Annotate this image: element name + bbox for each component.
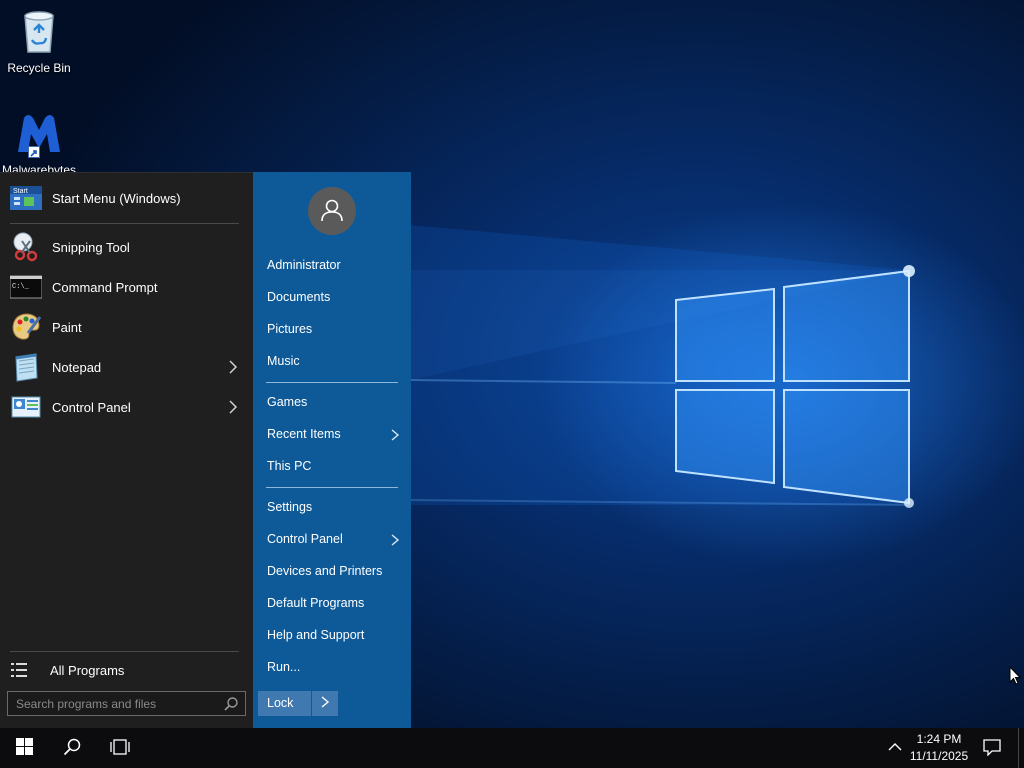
show-desktop-button[interactable] — [1018, 728, 1024, 768]
places-item-default-programs[interactable]: Default Programs — [267, 592, 402, 614]
desktop-icon-recycle-bin[interactable]: Recycle Bin — [1, 8, 77, 75]
places-item-this-pc[interactable]: This PC — [267, 455, 402, 477]
chevron-right-icon — [227, 399, 239, 415]
search-input[interactable] — [8, 692, 218, 715]
places-item-pictures[interactable]: Pictures — [267, 318, 402, 340]
program-label: Paint — [52, 319, 82, 335]
notepad-icon — [10, 351, 42, 383]
program-item-snipping-tool[interactable]: Snipping Tool — [0, 227, 253, 267]
chevron-right-icon — [390, 532, 400, 546]
start-menu-icon: Start — [10, 182, 42, 214]
user-avatar[interactable] — [308, 187, 356, 235]
programs-separator — [10, 223, 239, 224]
all-programs-separator — [10, 651, 239, 652]
places-item-label: Recent Items — [267, 427, 341, 441]
places-item-label: This PC — [267, 459, 312, 473]
places-item-label: Pictures — [267, 322, 313, 336]
places-item-label: Help and Support — [267, 628, 365, 642]
search-icon — [63, 738, 81, 759]
power-options-button[interactable] — [312, 691, 338, 716]
shortcut-arrow-icon — [28, 146, 40, 158]
mouse-cursor-icon — [1009, 665, 1022, 689]
program-item-command-prompt[interactable]: C:\_ Command Prompt — [0, 267, 253, 307]
start-menu-header-label: Start Menu (Windows) — [52, 190, 181, 206]
places-item-user[interactable]: Administrator — [267, 254, 402, 276]
recycle-bin-icon — [17, 11, 61, 57]
places-item-label: Games — [267, 395, 308, 409]
places-item-label: Music — [267, 354, 300, 368]
search-box[interactable] — [7, 691, 246, 716]
places-item-games[interactable]: Games — [267, 391, 402, 413]
program-item-notepad[interactable]: Notepad — [0, 347, 253, 387]
program-item-control-panel[interactable]: Control Panel — [0, 387, 253, 427]
places-item-devices-and-printers[interactable]: Devices and Printers — [267, 560, 402, 582]
places-item-recent-items[interactable]: Recent Items — [267, 423, 402, 445]
windows-logo-icon — [15, 738, 33, 758]
search-icon[interactable] — [223, 696, 239, 712]
task-view-button[interactable] — [96, 728, 144, 768]
places-item-music[interactable]: Music — [267, 350, 402, 372]
paint-icon — [10, 311, 42, 343]
places-separator — [266, 382, 398, 383]
program-label: Control Panel — [52, 399, 131, 415]
chevron-right-icon — [320, 695, 330, 712]
chevron-right-icon — [227, 359, 239, 375]
program-label: Command Prompt — [52, 279, 158, 295]
control-panel-icon — [10, 391, 42, 423]
desktop-icon-label: Recycle Bin — [7, 61, 71, 75]
clock-time: 1:24 PM — [916, 732, 962, 746]
places-item-help-and-support[interactable]: Help and Support — [267, 624, 402, 646]
places-item-label: Devices and Printers — [267, 564, 383, 578]
svg-text:C:\_: C:\_ — [12, 283, 30, 291]
places-item-label: Administrator — [267, 258, 341, 272]
clock-date: 11/11/2025 — [909, 749, 969, 763]
user-icon — [319, 197, 345, 226]
action-center-button[interactable] — [968, 728, 1016, 768]
malwarebytes-icon — [14, 112, 64, 159]
places-item-label: Run... — [267, 660, 301, 674]
taskbar: 1:24 PM 11/11/2025 — [0, 728, 1024, 768]
task-view-icon — [109, 738, 131, 758]
start-button[interactable] — [0, 728, 48, 768]
places-item-documents[interactable]: Documents — [267, 286, 402, 308]
program-item-paint[interactable]: Paint — [0, 307, 253, 347]
all-programs-label: All Programs — [50, 662, 125, 678]
list-icon — [11, 662, 27, 681]
svg-text:Start: Start — [13, 188, 28, 195]
chevron-right-icon — [390, 427, 400, 441]
places-item-run[interactable]: Run... — [267, 656, 402, 678]
start-menu-header-item[interactable]: Start Start Menu (Windows) — [0, 178, 253, 218]
places-separator — [266, 487, 398, 488]
lock-button-label: Lock — [267, 696, 294, 710]
taskbar-clock[interactable]: 1:24 PM 11/11/2025 — [900, 731, 978, 765]
places-item-label: Documents — [267, 290, 331, 304]
places-item-label: Control Panel — [267, 532, 343, 546]
program-label: Notepad — [52, 359, 102, 375]
desktop-icon-malwarebytes[interactable]: Malwarebytes — [1, 112, 77, 177]
places-item-settings[interactable]: Settings — [267, 496, 402, 518]
command-prompt-icon: C:\_ — [9, 271, 43, 303]
notification-icon — [983, 738, 1001, 759]
program-label: Snipping Tool — [52, 239, 130, 255]
lock-button[interactable]: Lock — [258, 691, 311, 716]
places-item-label: Default Programs — [267, 596, 365, 610]
snipping-tool-icon — [10, 231, 42, 263]
places-item-label: Settings — [267, 500, 313, 514]
search-button[interactable] — [48, 728, 96, 768]
all-programs-button[interactable]: All Programs — [0, 655, 253, 685]
places-item-control-panel[interactable]: Control Panel — [267, 528, 402, 550]
